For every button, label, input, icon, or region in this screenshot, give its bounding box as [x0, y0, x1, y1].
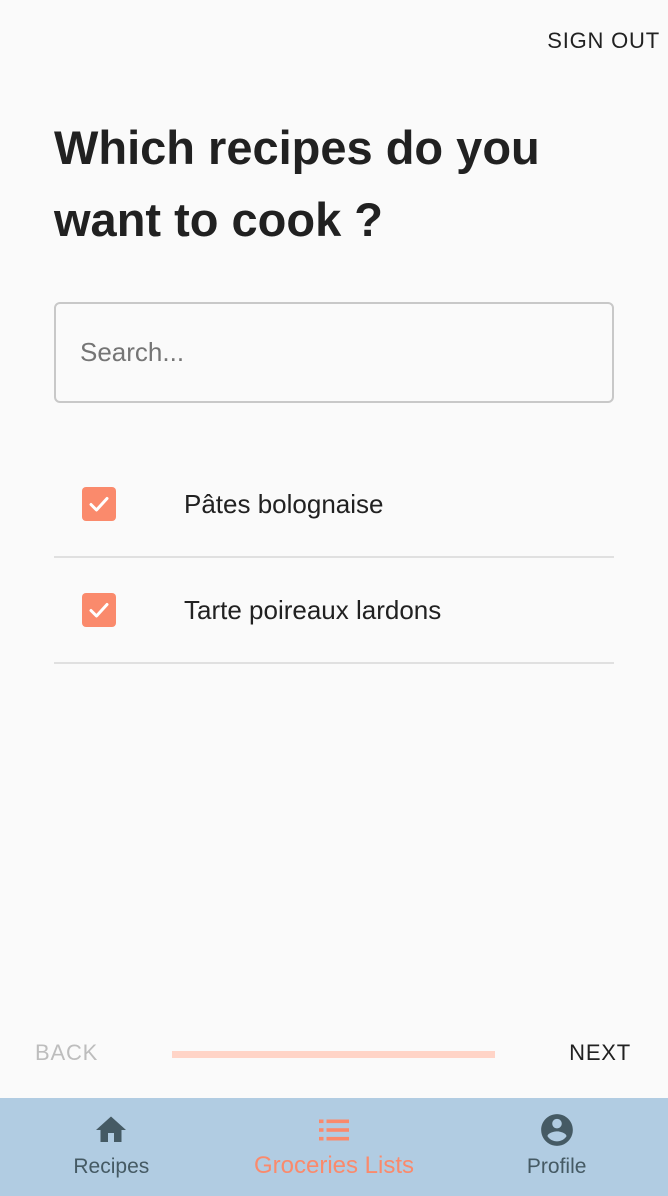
sign-out-button[interactable]: SIGN OUT	[547, 28, 660, 54]
nav-label: Profile	[526, 1155, 587, 1178]
list-item[interactable]: Pâtes bolognaise	[54, 452, 614, 558]
page-title: Which recipes do you want to cook ?	[54, 121, 540, 246]
recipe-label: Pâtes bolognaise	[184, 488, 384, 519]
nav-item-groceries-lists[interactable]: Groceries Lists	[223, 1098, 446, 1196]
search-field[interactable]	[54, 302, 614, 403]
recipe-list: Pâtes bolognaise Tarte poireaux lardons	[54, 452, 614, 664]
bottom-navigation: Recipes Groceries Lists Profile	[0, 1098, 668, 1196]
check-icon	[89, 497, 109, 512]
list-icon	[315, 1112, 353, 1148]
check-icon	[89, 603, 109, 618]
home-icon	[92, 1112, 130, 1148]
back-button[interactable]: BACK	[35, 1040, 98, 1066]
checkbox-checked[interactable]	[82, 593, 116, 627]
nav-label: Recipes	[73, 1155, 150, 1178]
nav-label: Groceries Lists	[253, 1152, 415, 1179]
progress-bar	[172, 1051, 495, 1058]
account-circle-icon	[537, 1112, 577, 1148]
stepper: BACK NEXT	[0, 1030, 668, 1078]
nav-item-recipes[interactable]: Recipes	[0, 1098, 223, 1196]
search-input[interactable]	[56, 304, 612, 401]
nav-item-profile[interactable]: Profile	[445, 1098, 668, 1196]
list-item[interactable]: Tarte poireaux lardons	[54, 558, 614, 664]
checkbox-checked[interactable]	[82, 487, 116, 521]
recipe-label: Tarte poireaux lardons	[184, 594, 442, 625]
progress-fill	[172, 1051, 495, 1058]
recipe-selection-screen: SIGN OUT Which recipes do you want to co…	[0, 0, 668, 1196]
next-button[interactable]: NEXT	[569, 1040, 631, 1066]
